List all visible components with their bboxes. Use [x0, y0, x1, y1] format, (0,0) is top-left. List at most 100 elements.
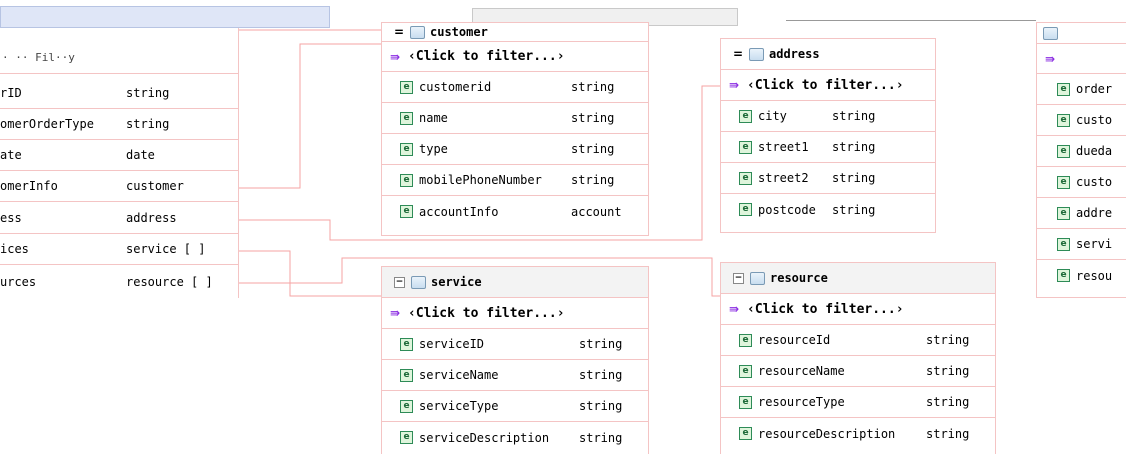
- element-icon: e: [400, 80, 413, 94]
- field-type: string: [579, 337, 623, 351]
- resource-filter-row[interactable]: ⇛ ‹ Click to filter... ›: [721, 294, 995, 325]
- element-icon: e: [739, 203, 752, 216]
- left-table-row[interactable]: urces resource [ ]: [0, 266, 238, 297]
- field-name: resourceId: [758, 333, 831, 347]
- resource-table-header[interactable]: − resource: [721, 263, 995, 294]
- field-name: dueda: [1076, 144, 1113, 158]
- field-name: resourceName: [758, 364, 845, 378]
- right-partial-table[interactable]: ⇛ e order e custo e dueda e custo e addr…: [1036, 22, 1126, 298]
- table-row[interactable]: e serviceID string: [382, 329, 648, 360]
- table-row[interactable]: e postcode string: [721, 194, 935, 225]
- field-type: string: [571, 111, 615, 125]
- table-row[interactable]: e resourceType string: [721, 387, 995, 418]
- table-row[interactable]: e serviceDescription string: [382, 422, 648, 453]
- element-icon: e: [1057, 237, 1070, 251]
- table-row[interactable]: e customerid string: [382, 72, 648, 103]
- field-name: resourceDescription: [758, 426, 896, 441]
- element-icon: e: [1057, 113, 1070, 127]
- table-row[interactable]: e custo: [1037, 105, 1126, 136]
- field-type: string: [579, 430, 623, 445]
- table-title: service: [431, 275, 482, 289]
- table-row[interactable]: e addre: [1037, 198, 1126, 229]
- table-row[interactable]: e city string: [721, 101, 935, 132]
- table-title: customer: [430, 25, 488, 39]
- collapse-toggle-icon[interactable]: −: [733, 272, 744, 284]
- table-row[interactable]: e custo: [1037, 167, 1126, 198]
- filter-open-bracket: ‹: [408, 49, 416, 64]
- element-icon: e: [400, 368, 413, 382]
- table-row[interactable]: e mobilePhoneNumber string: [382, 165, 648, 196]
- resource-table[interactable]: − resource ⇛ ‹ Click to filter... › e reso…: [720, 262, 996, 454]
- element-icon: e: [400, 205, 413, 218]
- field-name: serviceType: [419, 399, 499, 413]
- collapse-icon[interactable]: =: [733, 47, 743, 61]
- field-name: customerid: [419, 80, 492, 94]
- field-name: city: [758, 109, 787, 123]
- filter-label: Click to filter...: [415, 305, 557, 321]
- table-row[interactable]: e street1 string: [721, 132, 935, 163]
- filter-close-bracket: ›: [895, 301, 904, 317]
- right-table-header[interactable]: [1037, 23, 1126, 43]
- element-icon: e: [739, 427, 752, 440]
- collapse-toggle-icon[interactable]: −: [394, 276, 405, 288]
- table-row[interactable]: e order: [1037, 74, 1126, 105]
- service-filter-row[interactable]: ⇛ ‹ Click to filter... ›: [382, 298, 648, 329]
- field-name: street2: [758, 171, 809, 185]
- table-row[interactable]: e resourceId string: [721, 325, 995, 356]
- field-type: string: [832, 171, 876, 185]
- table-row[interactable]: e resourceDescription string: [721, 418, 995, 449]
- field-type: string: [926, 364, 970, 378]
- left-table-row[interactable]: ess address: [0, 203, 238, 234]
- left-field-type: string: [126, 86, 170, 100]
- field-name: servi: [1076, 237, 1113, 251]
- table-row[interactable]: e resourceName string: [721, 356, 995, 387]
- address-table-header[interactable]: = address: [721, 39, 935, 70]
- left-partial-table: · ·· Fil··y rID string omerOrderType str…: [0, 28, 239, 298]
- table-row[interactable]: e serviceType string: [382, 391, 648, 422]
- field-type: string: [832, 140, 876, 154]
- left-table-row[interactable]: omerInfo customer: [0, 171, 238, 202]
- table-icon: [750, 271, 765, 285]
- element-icon: e: [739, 364, 752, 378]
- left-table-row[interactable]: ate date: [0, 140, 238, 171]
- table-row[interactable]: e type string: [382, 134, 648, 165]
- left-table-row[interactable]: ices service [ ]: [0, 234, 238, 265]
- field-type: string: [926, 426, 970, 441]
- right-table-filter-row[interactable]: ⇛: [1037, 43, 1126, 74]
- table-row[interactable]: e accountInfo account: [382, 196, 648, 227]
- collapse-icon[interactable]: =: [394, 25, 404, 39]
- table-row[interactable]: e servi: [1037, 229, 1126, 260]
- address-filter-row[interactable]: ⇛ ‹ Click to filter... ›: [721, 70, 935, 101]
- table-row[interactable]: e serviceName string: [382, 360, 648, 391]
- address-table[interactable]: = address ⇛ ‹ Click to filter... › e city …: [720, 38, 936, 233]
- field-name: serviceDescription: [419, 430, 550, 445]
- service-table[interactable]: − service ⇛ ‹ Click to filter... › e servi…: [381, 266, 649, 454]
- filter-open-bracket: ‹: [408, 305, 416, 321]
- left-field-type: service [ ]: [126, 242, 206, 256]
- table-row[interactable]: e resou: [1037, 260, 1126, 291]
- left-field-type: customer: [126, 179, 184, 193]
- field-type: string: [832, 202, 876, 217]
- field-type: string: [579, 368, 623, 382]
- filter-icon: ⇛: [390, 306, 401, 320]
- table-row[interactable]: e street2 string: [721, 163, 935, 194]
- table-row[interactable]: e dueda: [1037, 136, 1126, 167]
- field-type: string: [926, 395, 970, 409]
- field-name: resourceType: [758, 395, 845, 409]
- left-table-row[interactable]: omerOrderType string: [0, 109, 238, 140]
- element-icon: e: [1057, 82, 1070, 96]
- left-table-row[interactable]: rID string: [0, 78, 238, 109]
- customer-filter-row[interactable]: ⇛ ‹ Click to filter... ›: [382, 41, 648, 72]
- element-icon: e: [739, 333, 752, 347]
- left-table-filter-row[interactable]: · ·· Fil··y: [0, 42, 238, 74]
- element-icon: e: [1057, 269, 1070, 282]
- left-field-name: ices: [0, 242, 29, 256]
- customer-table-header[interactable]: = customer: [382, 23, 648, 41]
- element-icon: e: [1057, 144, 1070, 158]
- filter-label: Click to filter...: [754, 301, 896, 317]
- customer-table[interactable]: = customer ⇛ ‹ Click to filter... › e cust…: [381, 22, 649, 236]
- service-table-header[interactable]: − service: [382, 267, 648, 298]
- filter-open-bracket: ‹: [747, 77, 755, 93]
- element-icon: e: [400, 399, 413, 413]
- table-row[interactable]: e name string: [382, 103, 648, 134]
